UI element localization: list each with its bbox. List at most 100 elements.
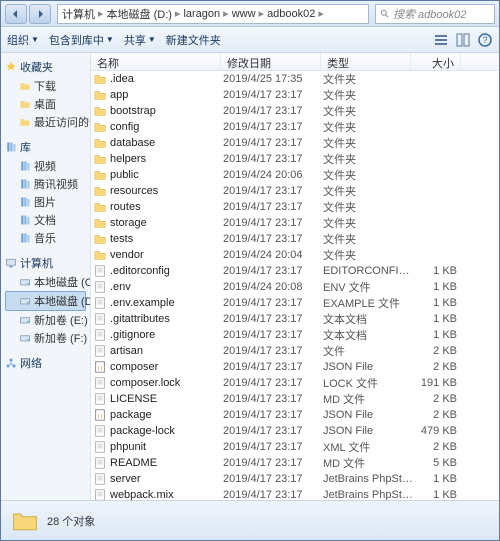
breadcrumb-segment[interactable]: laragon xyxy=(183,8,220,20)
nav-forward-button[interactable] xyxy=(29,4,51,24)
table-row[interactable]: { }composer2019/4/17 23:17JSON File2 KB xyxy=(91,359,499,375)
table-row[interactable]: .editorconfig2019/4/17 23:17EDITORCONFIG… xyxy=(91,263,499,279)
file-date: 2019/4/17 23:17 xyxy=(223,233,323,245)
table-row[interactable]: .env.example2019/4/17 23:17EXAMPLE 文件1 K… xyxy=(91,295,499,311)
file-type: 文件夹 xyxy=(323,151,413,167)
file-size: 479 KB xyxy=(413,425,463,437)
breadcrumb-segment[interactable]: 计算机 xyxy=(62,6,95,22)
sidebar-group-head[interactable]: 网络 xyxy=(5,355,86,371)
table-row[interactable]: .gitattributes2019/4/17 23:17文本文档1 KB xyxy=(91,311,499,327)
statusbar: 28 个对象 xyxy=(1,500,499,540)
file-name: resources xyxy=(110,185,223,197)
table-row[interactable]: tests2019/4/17 23:17文件夹 xyxy=(91,231,499,247)
file-type: 文件夹 xyxy=(323,247,413,263)
newfolder-button[interactable]: 新建文件夹 xyxy=(166,32,221,48)
col-name[interactable]: 名称 xyxy=(91,53,221,70)
table-row[interactable]: public2019/4/24 20:06文件夹 xyxy=(91,167,499,183)
table-row[interactable]: composer.lock2019/4/17 23:17LOCK 文件191 K… xyxy=(91,375,499,391)
file-date: 2019/4/24 20:08 xyxy=(223,281,323,293)
file-name: webpack.mix xyxy=(110,489,223,500)
file-size: 2 KB xyxy=(413,409,463,421)
file-date: 2019/4/17 23:17 xyxy=(223,153,323,165)
file-name: routes xyxy=(110,201,223,213)
table-row[interactable]: routes2019/4/17 23:17文件夹 xyxy=(91,199,499,215)
file-type: 文件夹 xyxy=(323,167,413,183)
file-date: 2019/4/17 23:17 xyxy=(223,409,323,421)
sidebar-item[interactable]: 腾讯视频 xyxy=(5,175,86,193)
help-icon[interactable]: ? xyxy=(477,32,493,48)
chevron-right-icon: ▸ xyxy=(318,7,324,20)
table-row[interactable]: .gitignore2019/4/17 23:17文本文档1 KB xyxy=(91,327,499,343)
file-type: JetBrains PhpSto... xyxy=(323,489,413,500)
table-row[interactable]: config2019/4/17 23:17文件夹 xyxy=(91,119,499,135)
file-type: 文本文档 xyxy=(323,327,413,343)
search-input[interactable]: 搜索 adbook02 xyxy=(375,4,495,24)
file-name: phpunit xyxy=(110,441,223,453)
file-name: vendor xyxy=(110,249,223,261)
sidebar-group-head[interactable]: 计算机 xyxy=(5,255,86,271)
col-size[interactable]: 大小 xyxy=(411,53,461,70)
file-name: .gitignore xyxy=(110,329,223,341)
sidebar-item[interactable]: 视频 xyxy=(5,157,86,175)
file-name: package xyxy=(110,409,223,421)
table-row[interactable]: artisan2019/4/17 23:17文件2 KB xyxy=(91,343,499,359)
breadcrumb-segment[interactable]: 本地磁盘 (D:) xyxy=(107,6,172,22)
sidebar-item[interactable]: 最近访问的位置 xyxy=(5,113,86,131)
table-row[interactable]: helpers2019/4/17 23:17文件夹 xyxy=(91,151,499,167)
table-row[interactable]: README2019/4/17 23:17MD 文件5 KB xyxy=(91,455,499,471)
file-date: 2019/4/17 23:17 xyxy=(223,313,323,325)
table-row[interactable]: server2019/4/17 23:17JetBrains PhpSto...… xyxy=(91,471,499,487)
file-date: 2019/4/17 23:17 xyxy=(223,345,323,357)
col-type[interactable]: 类型 xyxy=(321,53,411,70)
sidebar-group-head[interactable]: 库 xyxy=(5,139,86,155)
sidebar-item[interactable]: 新加卷 (E:) xyxy=(5,311,86,329)
table-row[interactable]: vendor2019/4/24 20:04文件夹 xyxy=(91,247,499,263)
sidebar-item[interactable]: 桌面 xyxy=(5,95,86,113)
breadcrumb-segment[interactable]: www xyxy=(232,8,256,20)
sidebar-group-head[interactable]: 收藏夹 xyxy=(5,59,86,75)
sidebar-item[interactable]: 下载 xyxy=(5,77,86,95)
file-size: 1 KB xyxy=(413,281,463,293)
sidebar-item[interactable]: 本地磁盘 (D:) xyxy=(5,291,86,311)
file-type: 文件夹 xyxy=(323,231,413,247)
file-date: 2019/4/17 23:17 xyxy=(223,121,323,133)
table-row[interactable]: resources2019/4/17 23:17文件夹 xyxy=(91,183,499,199)
view-icon[interactable] xyxy=(433,32,449,48)
file-name: .editorconfig xyxy=(110,265,223,277)
file-name: storage xyxy=(110,217,223,229)
sidebar-item[interactable]: 文档 xyxy=(5,211,86,229)
table-row[interactable]: LICENSE2019/4/17 23:17MD 文件2 KB xyxy=(91,391,499,407)
share-menu[interactable]: 共享▼ xyxy=(124,32,156,48)
file-type: 文件夹 xyxy=(323,119,413,135)
table-row[interactable]: .idea2019/4/25 17:35文件夹 xyxy=(91,71,499,87)
preview-icon[interactable] xyxy=(455,32,471,48)
table-row[interactable]: storage2019/4/17 23:17文件夹 xyxy=(91,215,499,231)
include-menu[interactable]: 包含到库中▼ xyxy=(49,32,114,48)
sidebar-item[interactable]: 新加卷 (F:) xyxy=(5,329,86,347)
nav-back-button[interactable] xyxy=(5,4,27,24)
table-row[interactable]: webpack.mix2019/4/17 23:17JetBrains PhpS… xyxy=(91,487,499,500)
table-row[interactable]: { }package2019/4/17 23:17JSON File2 KB xyxy=(91,407,499,423)
breadcrumb[interactable]: 计算机▸本地磁盘 (D:)▸laragon▸www▸adbook02▸ xyxy=(57,4,369,24)
file-name: helpers xyxy=(110,153,223,165)
file-pane: 名称 修改日期 类型 大小 .idea2019/4/25 17:35文件夹app… xyxy=(91,53,499,500)
table-row[interactable]: bootstrap2019/4/17 23:17文件夹 xyxy=(91,103,499,119)
file-size: 1 KB xyxy=(413,297,463,309)
file-size: 1 KB xyxy=(413,265,463,277)
sidebar-item[interactable]: 本地磁盘 (C:) xyxy=(5,273,86,291)
file-size: 2 KB xyxy=(413,393,463,405)
file-type: 文件夹 xyxy=(323,87,413,103)
table-row[interactable]: database2019/4/17 23:17文件夹 xyxy=(91,135,499,151)
table-row[interactable]: app2019/4/17 23:17文件夹 xyxy=(91,87,499,103)
chevron-right-icon: ▸ xyxy=(223,7,229,20)
table-row[interactable]: package-lock2019/4/17 23:17JSON File479 … xyxy=(91,423,499,439)
table-row[interactable]: .env2019/4/24 20:08ENV 文件1 KB xyxy=(91,279,499,295)
organize-menu[interactable]: 组织▼ xyxy=(7,32,39,48)
col-date[interactable]: 修改日期 xyxy=(221,53,321,70)
table-row[interactable]: phpunit2019/4/17 23:17XML 文件2 KB xyxy=(91,439,499,455)
breadcrumb-segment[interactable]: adbook02 xyxy=(267,8,315,20)
sidebar-item[interactable]: 图片 xyxy=(5,193,86,211)
file-date: 2019/4/24 20:06 xyxy=(223,169,323,181)
file-size: 1 KB xyxy=(413,473,463,485)
sidebar-item[interactable]: 音乐 xyxy=(5,229,86,247)
